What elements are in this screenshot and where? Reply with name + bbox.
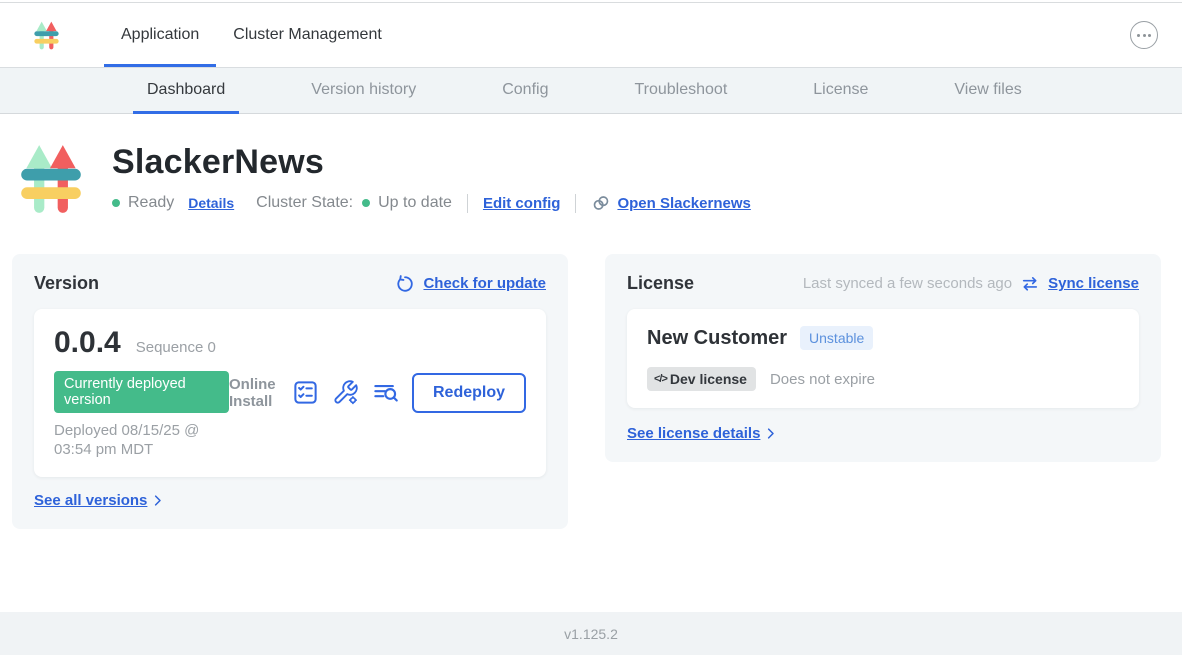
divider [575, 194, 576, 213]
top-nav-bar: Application Cluster Management [0, 3, 1182, 68]
cluster-state-dot [362, 199, 370, 207]
tab-cluster-management[interactable]: Cluster Management [216, 3, 399, 67]
refresh-icon [395, 274, 415, 294]
tab-application[interactable]: Application [104, 3, 216, 67]
app-logo-large [18, 141, 84, 217]
wrench-gear-icon [332, 379, 359, 406]
footer-bar: v1.125.2 [0, 612, 1182, 655]
preflight-checks-button[interactable] [292, 379, 319, 406]
redeploy-button[interactable]: Redeploy [412, 373, 526, 413]
chain-link-icon [591, 193, 611, 213]
logs-search-icon [372, 379, 399, 406]
edit-config-link[interactable]: Edit config [483, 195, 561, 212]
see-license-details-link[interactable]: See license details [627, 425, 760, 442]
channel-badge: Unstable [800, 326, 873, 350]
status-details-link[interactable]: Details [188, 195, 234, 211]
config-button[interactable] [332, 379, 359, 406]
license-expiry-text: Does not expire [770, 371, 875, 388]
cluster-state-label: Cluster State: [256, 194, 353, 212]
app-status-dot [112, 199, 120, 207]
divider [467, 194, 468, 213]
deployed-timestamp: Deployed 08/15/25 @ 03:54 pm MDT [54, 422, 229, 460]
tab-license[interactable]: License [799, 68, 882, 114]
app-logo-icon [33, 20, 60, 51]
checklist-icon [292, 379, 319, 406]
app-sub-nav: Dashboard Version history Config Trouble… [0, 68, 1182, 114]
sync-icon [1020, 274, 1040, 294]
version-card: Version Check for update 0.0.4 Sequence … [12, 254, 568, 529]
see-all-versions-link[interactable]: See all versions [34, 492, 147, 509]
tab-version-history[interactable]: Version history [297, 68, 430, 114]
console-version: v1.125.2 [564, 626, 618, 642]
open-slackernews-link[interactable]: Open Slackernews [617, 195, 750, 212]
customer-name: New Customer [647, 327, 787, 350]
top-nav-tabs: Application Cluster Management [104, 3, 399, 67]
sync-license-link[interactable]: Sync license [1048, 275, 1139, 292]
currently-deployed-badge: Currently deployed version [54, 371, 229, 413]
see-license-details-row: See license details [627, 425, 1139, 442]
page-title: SlackerNews [112, 143, 751, 182]
license-type-badge: </> Dev license [647, 367, 756, 391]
install-type-label: Online Install [229, 376, 279, 411]
dashboard-cards: Version Check for update 0.0.4 Sequence … [12, 254, 1170, 529]
check-for-update-link[interactable]: Check for update [423, 275, 546, 292]
overflow-menu-button[interactable] [1130, 21, 1158, 49]
tab-config[interactable]: Config [488, 68, 562, 114]
view-logs-button[interactable] [372, 379, 399, 406]
chevron-right-icon [763, 426, 778, 441]
ellipsis-icon [1137, 34, 1140, 37]
version-card-title: Version [34, 273, 99, 294]
code-icon: </> [654, 373, 667, 385]
app-status-row: Ready Details Cluster State: Up to date … [112, 193, 751, 213]
tab-troubleshoot[interactable]: Troubleshoot [620, 68, 741, 114]
tab-dashboard[interactable]: Dashboard [133, 68, 239, 114]
version-sequence: Sequence 0 [136, 339, 216, 356]
license-card-title: License [627, 273, 694, 294]
current-version-panel: 0.0.4 Sequence 0 Currently deployed vers… [34, 309, 546, 477]
license-details-panel: New Customer Unstable </> Dev license Do… [627, 309, 1139, 408]
app-header: SlackerNews Ready Details Cluster State:… [0, 114, 1182, 217]
license-card: License Last synced a few seconds ago Sy… [605, 254, 1161, 462]
chevron-right-icon [150, 493, 165, 508]
version-number: 0.0.4 [54, 326, 121, 360]
open-app-link-group[interactable]: Open Slackernews [591, 193, 750, 213]
app-status-text: Ready [128, 194, 174, 212]
last-synced-text: Last synced a few seconds ago [803, 275, 1012, 292]
cluster-state-text: Up to date [378, 194, 452, 212]
tab-view-files[interactable]: View files [940, 68, 1035, 114]
see-all-versions-row: See all versions [34, 492, 546, 509]
license-type-text: Dev license [670, 371, 747, 387]
